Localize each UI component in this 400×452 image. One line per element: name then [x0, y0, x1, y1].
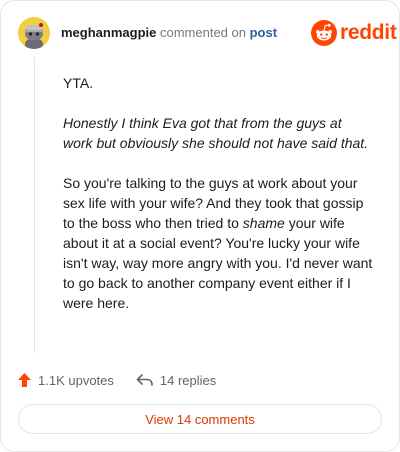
reply-arrow-icon	[136, 374, 153, 386]
comment-quote: Honestly I think Eva got that from the g…	[63, 115, 369, 151]
comment-emphasis: shame	[242, 215, 285, 231]
upvote-button[interactable]: 1.1K upvotes	[17, 372, 114, 388]
comment-card: meghanmagpie commented on post reddit YT…	[0, 0, 400, 452]
comment-verdict: YTA.	[63, 75, 94, 91]
comment-body: YTA. Honestly I think Eva got that from …	[63, 73, 373, 313]
arrow-up-icon	[18, 373, 31, 387]
reddit-alien-icon	[311, 20, 337, 46]
reddit-wordmark: reddit	[340, 21, 397, 44]
upvote-count: 1.1K upvotes	[38, 372, 114, 388]
post-link[interactable]: post	[250, 25, 277, 40]
commented-on-text: commented on	[159, 25, 246, 40]
replies-button[interactable]: 14 replies	[136, 373, 216, 388]
reddit-logo[interactable]: reddit	[311, 20, 397, 46]
reply-count: 14 replies	[159, 372, 217, 388]
avatar[interactable]	[18, 17, 50, 49]
comment-header: meghanmagpie commented on post	[61, 25, 277, 41]
avatar-snoo-icon	[18, 17, 50, 49]
view-comments-button[interactable]: View 14 comments	[18, 404, 382, 434]
thread-line[interactable]	[34, 57, 35, 353]
comment-paragraph: So you're talking to the guys at work ab…	[63, 173, 373, 313]
comment-actions: 1.1K upvotes 14 replies	[17, 370, 216, 390]
username[interactable]: meghanmagpie	[61, 25, 156, 40]
